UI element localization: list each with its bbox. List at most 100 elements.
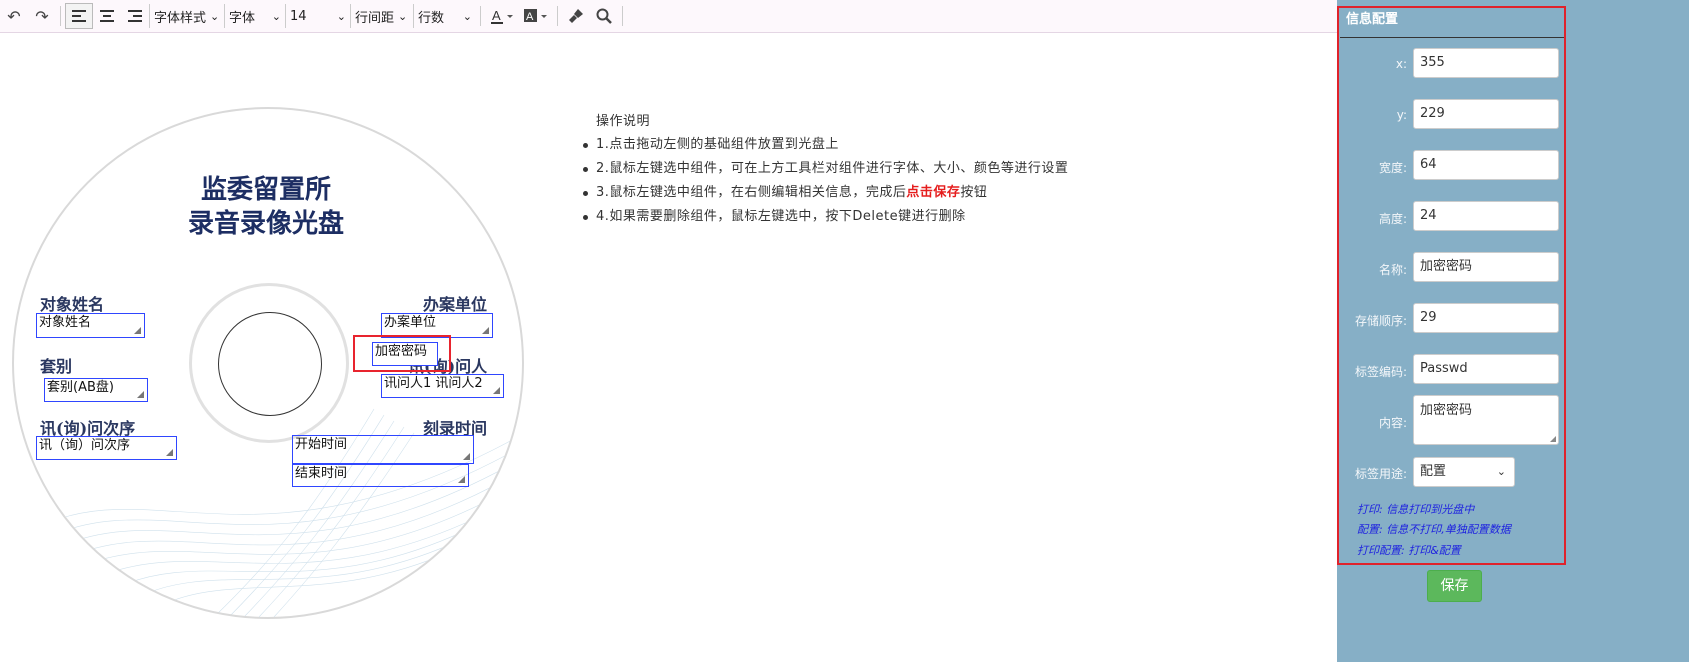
chevron-down-icon: ⌄ <box>398 9 408 23</box>
usage-select-value: 配置 <box>1420 464 1447 479</box>
interrogators-field-text: 讯问人1 讯问人2 <box>384 376 483 391</box>
disc-hub-ring <box>189 283 349 443</box>
width-input[interactable]: 64 <box>1413 150 1559 180</box>
resize-handle-icon[interactable] <box>493 387 500 394</box>
resize-handle-icon[interactable] <box>458 476 465 483</box>
instruction-item: 1.点击拖动左侧的基础组件放置到光盘上 <box>582 133 1068 157</box>
chevron-down-icon: ⌄ <box>462 9 472 23</box>
order-input[interactable]: 29 <box>1413 303 1559 333</box>
disc-center-hole <box>218 312 322 416</box>
font-color-icon[interactable]: A <box>485 2 519 30</box>
align-right-icon[interactable] <box>121 2 149 30</box>
background-color-icon[interactable]: A <box>519 2 553 30</box>
chevron-down-icon: ⌄ <box>210 9 220 23</box>
height-input-value: 24 <box>1420 208 1437 223</box>
line-spacing-select[interactable]: 行间距 ⌄ <box>350 4 413 28</box>
line-count-select[interactable]: 行数 ⌄ <box>413 4 476 28</box>
instruction-item: 4.如果需要删除组件，鼠标左键选中，按下Delete键进行删除 <box>582 205 1068 229</box>
instructions: 操作说明 1.点击拖动左侧的基础组件放置到光盘上 2.鼠标左键选中组件，可在上方… <box>582 110 1068 229</box>
search-icon[interactable] <box>590 2 618 30</box>
y-input-value: 229 <box>1420 106 1445 121</box>
order-label: 存储顺序: <box>1354 314 1407 328</box>
code-label: 标签编码: <box>1354 365 1407 379</box>
resize-handle-icon[interactable] <box>134 327 141 334</box>
redo-icon[interactable]: ↷ <box>28 2 56 30</box>
chevron-down-icon: ⌄ <box>271 9 281 23</box>
subject-name-field[interactable]: 对象姓名 <box>36 313 145 338</box>
name-label: 名称: <box>1378 263 1407 277</box>
align-left-icon[interactable] <box>65 3 93 29</box>
content-textarea-value: 加密密码 <box>1420 403 1473 418</box>
panel-divider <box>1340 37 1564 38</box>
resize-handle-icon[interactable] <box>166 449 173 456</box>
usage-select[interactable]: 配置 ⌄ <box>1413 457 1515 487</box>
toolbar-divider <box>480 6 481 26</box>
align-center-icon[interactable] <box>93 2 121 30</box>
order-input-value: 29 <box>1420 310 1437 325</box>
name-input[interactable]: 加密密码 <box>1413 252 1559 282</box>
svg-text:A: A <box>492 8 501 23</box>
start-time-field[interactable]: 开始时间 <box>292 435 474 464</box>
instruction-text: 3.鼠标左键选中组件，在右侧编辑相关信息，完成后 <box>596 185 907 200</box>
instructions-title: 操作说明 <box>596 114 651 129</box>
disc-title-line1: 监委留置所 <box>200 175 331 205</box>
x-input-value: 355 <box>1420 55 1445 70</box>
toolbar-divider <box>60 6 61 26</box>
subject-name-label: 对象姓名 <box>40 295 105 314</box>
font-size-select[interactable]: 14 ⌄ <box>285 4 350 28</box>
usage-label: 标签用途: <box>1354 467 1407 481</box>
start-time-field-text: 开始时间 <box>295 437 348 452</box>
instruction-highlight: 点击保存 <box>906 185 961 200</box>
resize-handle-icon[interactable] <box>463 453 470 460</box>
usage-legend-print: 打印: 信息打印到光盘中 <box>1357 503 1475 516</box>
font-size-label: 14 <box>290 8 307 24</box>
set-field-text: 套别(AB盘) <box>47 380 114 395</box>
format-brush-icon[interactable] <box>562 2 590 30</box>
set-label: 套别 <box>40 357 73 376</box>
content-label: 内容: <box>1378 416 1407 430</box>
instruction-item: 3.鼠标左键选中组件，在右侧编辑相关信息，完成后点击保存按钮 <box>582 181 1068 205</box>
y-input[interactable]: 229 <box>1413 99 1559 129</box>
toolbar: ↶ ↷ 字体样式 ⌄ 字体 ⌄ 14 ⌄ 行间距 ⌄ 行数 ⌄ A A <box>0 0 1337 33</box>
font-label: 字体 <box>229 10 256 26</box>
interrogators-field[interactable]: 讯问人1 讯问人2 <box>381 374 504 398</box>
instructions-list: 1.点击拖动左侧的基础组件放置到光盘上 2.鼠标左键选中组件，可在上方工具栏对组… <box>582 133 1068 229</box>
height-label: 高度: <box>1378 212 1407 226</box>
end-time-field[interactable]: 结束时间 <box>292 464 469 487</box>
line-count-label: 行数 <box>418 10 445 26</box>
set-field[interactable]: 套别(AB盘) <box>44 378 148 402</box>
resize-handle-icon[interactable] <box>1550 436 1556 442</box>
name-input-value: 加密密码 <box>1420 259 1473 274</box>
x-input[interactable]: 355 <box>1413 48 1559 78</box>
case-unit-label: 办案单位 <box>423 295 488 314</box>
resize-handle-icon[interactable] <box>482 327 489 334</box>
x-label: x: <box>1395 57 1407 71</box>
usage-legend-config: 配置: 信息不打印,单独配置数据 <box>1357 523 1511 536</box>
font-select[interactable]: 字体 ⌄ <box>224 4 285 28</box>
content-textarea[interactable]: 加密密码 <box>1413 395 1559 445</box>
font-style-select[interactable]: 字体样式 ⌄ <box>149 4 224 28</box>
chevron-down-icon: ⌄ <box>1496 465 1506 478</box>
width-label: 宽度: <box>1378 161 1407 175</box>
width-input-value: 64 <box>1420 157 1437 172</box>
resize-handle-icon[interactable] <box>137 391 144 398</box>
font-style-label: 字体样式 <box>154 10 207 26</box>
toolbar-divider <box>622 6 623 26</box>
interrogation-order-field[interactable]: 讯（询）问次序 <box>36 436 177 460</box>
height-input[interactable]: 24 <box>1413 201 1559 231</box>
code-input-value: Passwd <box>1420 361 1468 376</box>
disc-title-line2: 录音录像光盘 <box>187 209 344 239</box>
svg-text:A: A <box>526 11 534 23</box>
toolbar-divider <box>557 6 558 26</box>
interrogation-order-field-text: 讯（询）问次序 <box>39 438 131 453</box>
y-label: y: <box>1396 108 1407 122</box>
code-input[interactable]: Passwd <box>1413 354 1559 384</box>
save-button[interactable]: 保存 <box>1427 570 1482 602</box>
chevron-down-icon: ⌄ <box>336 9 346 23</box>
usage-legend-print-config: 打印配置: 打印&配置 <box>1357 544 1461 557</box>
undo-icon[interactable]: ↶ <box>0 2 28 30</box>
subject-name-field-text: 对象姓名 <box>39 315 92 330</box>
disc-title: 监委留置所 录音录像光盘 <box>166 173 366 241</box>
case-unit-field-text: 办案单位 <box>384 315 437 330</box>
end-time-field-text: 结束时间 <box>295 466 348 481</box>
